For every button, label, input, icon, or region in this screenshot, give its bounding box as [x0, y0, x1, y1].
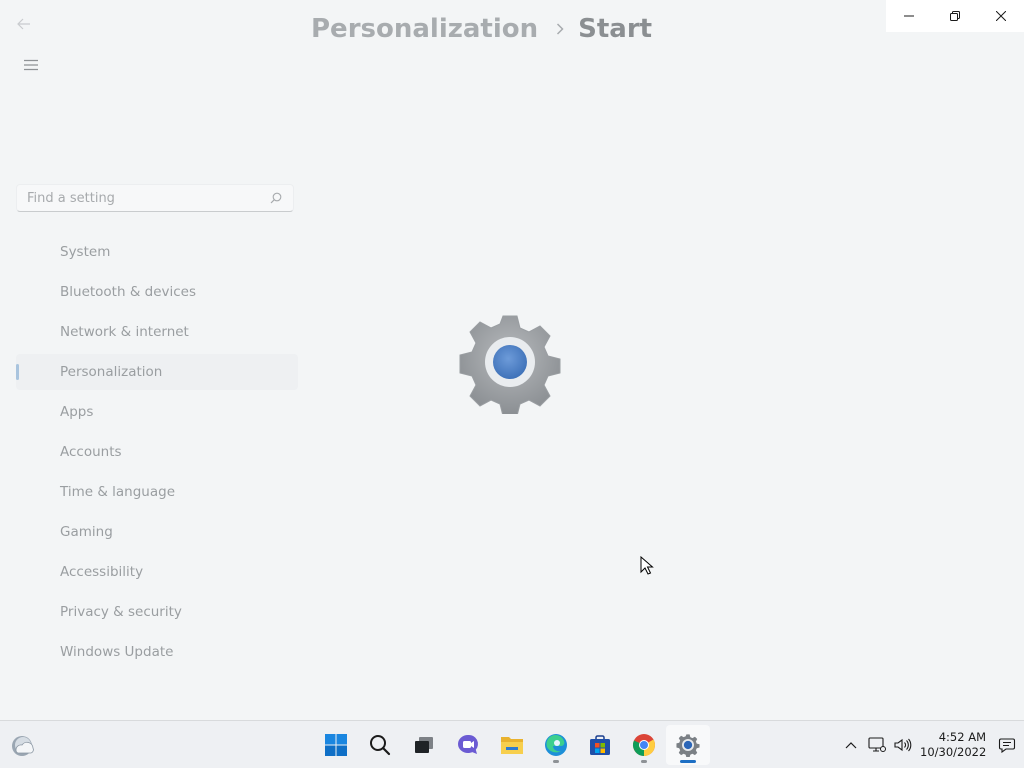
mouse-cursor-icon [640, 556, 654, 575]
sidebar-nav: System Bluetooth & devices Network & int… [16, 234, 298, 674]
hamburger-icon [24, 59, 38, 71]
sidebar-item-apps[interactable]: Apps [16, 394, 298, 430]
search-input[interactable] [27, 190, 269, 206]
breadcrumb-parent-link[interactable]: Personalization [311, 14, 538, 44]
sidebar-item-accessibility[interactable]: Accessibility [16, 554, 298, 590]
sidebar-item-time-language[interactable]: Time & language [16, 474, 298, 510]
clock-time: 4:52 AM [938, 730, 986, 744]
taskbar-apps [314, 721, 710, 768]
sidebar-item-label: Time & language [60, 484, 176, 500]
notification-icon [998, 738, 1016, 753]
settings-button[interactable] [666, 725, 710, 765]
window-controls [886, 0, 1024, 32]
breadcrumb: Personalization Start [311, 12, 652, 46]
task-view-icon [415, 737, 433, 753]
running-indicator [641, 760, 647, 763]
file-explorer-icon [501, 737, 523, 754]
search-icon [370, 735, 391, 756]
sidebar-item-label: System [60, 244, 111, 260]
chat-button[interactable] [446, 725, 490, 765]
chevron-up-icon [845, 742, 857, 749]
active-app-indicator [680, 760, 696, 763]
minimize-icon [904, 15, 914, 17]
running-indicator [553, 760, 559, 763]
restore-icon [950, 11, 960, 21]
store-icon [590, 735, 610, 755]
restore-button[interactable] [932, 0, 978, 32]
sidebar-item-system[interactable]: System [16, 234, 298, 270]
show-hidden-icons-button[interactable] [838, 729, 864, 761]
edge-icon [545, 734, 567, 756]
sidebar-item-network-internet[interactable]: Network & internet [16, 314, 298, 350]
search-icon [269, 191, 283, 205]
settings-gear-loading-icon [459, 315, 561, 414]
sidebar-item-label: Personalization [60, 364, 163, 380]
sidebar-item-bluetooth-devices[interactable]: Bluetooth & devices [16, 274, 298, 310]
chevron-right-icon [556, 23, 564, 35]
volume-button[interactable] [890, 729, 916, 761]
sidebar-item-label: Bluetooth & devices [60, 284, 197, 300]
sidebar-item-label: Gaming [60, 524, 113, 540]
back-arrow-icon [17, 18, 30, 30]
sidebar-item-label: Accessibility [60, 564, 144, 580]
system-tray: 4:52 AM 10/30/2022 [838, 721, 1024, 768]
sidebar-item-label: Network & internet [60, 324, 189, 340]
navigation-menu-button[interactable] [14, 54, 48, 76]
notifications-button[interactable] [990, 729, 1024, 761]
page-title: Start [578, 14, 653, 44]
close-icon [996, 11, 1006, 21]
network-button[interactable] [864, 729, 890, 761]
taskbar: 4:52 AM 10/30/2022 [0, 720, 1024, 768]
weather-widget-icon [12, 736, 34, 756]
sidebar-item-personalization[interactable]: Personalization [16, 354, 298, 390]
sidebar-item-privacy-security[interactable]: Privacy & security [16, 594, 298, 630]
chrome-button[interactable] [622, 725, 666, 765]
volume-icon [894, 738, 912, 752]
minimize-button[interactable] [886, 0, 932, 32]
widgets-button[interactable] [10, 733, 36, 759]
back-button[interactable] [10, 12, 38, 36]
sidebar-item-label: Windows Update [60, 644, 174, 660]
sidebar-item-gaming[interactable]: Gaming [16, 514, 298, 550]
store-button[interactable] [578, 725, 622, 765]
chat-icon [458, 734, 478, 754]
sidebar-item-label: Privacy & security [60, 604, 182, 620]
taskbar-search-button[interactable] [358, 725, 402, 765]
settings-window: Personalization Start System Bluetooth &… [0, 0, 1024, 720]
sidebar-item-accounts[interactable]: Accounts [16, 434, 298, 470]
file-explorer-button[interactable] [490, 725, 534, 765]
start-button[interactable] [314, 725, 358, 765]
settings-icon [676, 734, 700, 757]
sidebar-item-label: Accounts [60, 444, 122, 460]
network-icon [868, 737, 886, 752]
task-view-button[interactable] [402, 725, 446, 765]
clock[interactable]: 4:52 AM 10/30/2022 [920, 730, 990, 760]
close-button[interactable] [978, 0, 1024, 32]
sidebar-item-label: Apps [60, 404, 94, 420]
clock-date: 10/30/2022 [920, 745, 987, 759]
start-icon [325, 734, 347, 756]
chrome-icon [633, 734, 655, 756]
search-box[interactable] [16, 184, 294, 212]
edge-button[interactable] [534, 725, 578, 765]
sidebar-item-windows-update[interactable]: Windows Update [16, 634, 298, 670]
